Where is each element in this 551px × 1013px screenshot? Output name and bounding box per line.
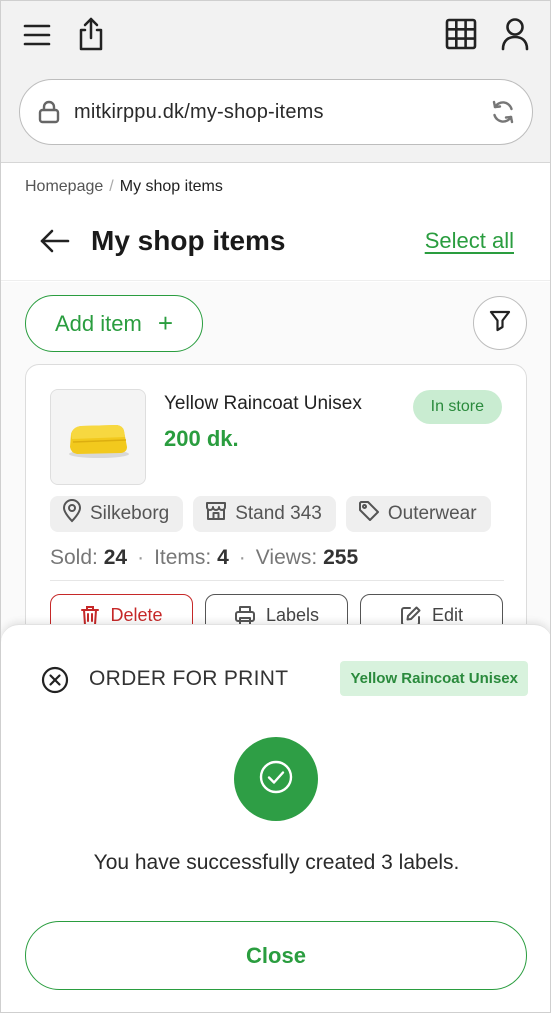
share-icon[interactable] (74, 15, 108, 53)
lock-icon (38, 100, 60, 129)
url-text[interactable]: mitkirppu.dk/my-shop-items (74, 101, 324, 124)
address-bar[interactable]: mitkirppu.dk/my-shop-items (19, 79, 533, 145)
page-header: My shop items Select all (1, 211, 550, 281)
views-value: 255 (323, 546, 359, 569)
store-icon (205, 500, 227, 528)
add-item-label: Add item (54, 310, 142, 336)
sold-value: 24 (103, 546, 128, 569)
sheet-title: ORDER FOR PRINT (89, 667, 289, 690)
close-circle-icon[interactable] (41, 666, 69, 699)
item-name: Yellow Raincoat Unisex (164, 393, 362, 414)
item-tags: Silkeborg Stand 343 Outerwear (50, 496, 491, 532)
close-button[interactable]: Close (25, 921, 527, 990)
order-for-print-sheet: ORDER FOR PRINT Yellow Raincoat Unisex Y… (1, 624, 550, 1012)
status-badge: In store (412, 390, 502, 424)
sold-label: Sold: (50, 546, 98, 569)
item-card[interactable]: Yellow Raincoat Unisex 200 dk. In store … (25, 364, 527, 664)
plus-icon: + (157, 308, 173, 338)
browser-chrome: mitkirppu.dk/my-shop-items (1, 1, 550, 163)
stand-tag: Stand 343 (193, 496, 336, 532)
add-item-button[interactable]: Add item + (25, 295, 203, 352)
delete-label: Delete (110, 605, 163, 625)
breadcrumb-separator: / (109, 178, 114, 195)
stats-separator: · (238, 546, 246, 569)
category-tag: Outerwear (345, 496, 491, 532)
check-circle-icon (258, 759, 294, 800)
location-pin-icon (62, 499, 82, 529)
reload-icon[interactable] (490, 99, 516, 130)
views-label: Views: (255, 546, 318, 569)
page-title: My shop items (91, 225, 286, 256)
items-label: Items: (154, 546, 212, 569)
edit-label: Edit (431, 605, 464, 625)
category-label: Outerwear (387, 503, 477, 524)
tag-icon (358, 500, 380, 528)
item-thumbnail (50, 389, 146, 485)
back-arrow-icon[interactable] (39, 227, 71, 260)
location-label: Silkeborg (90, 503, 170, 524)
close-button-label: Close (246, 942, 306, 968)
grid-icon[interactable] (444, 17, 478, 51)
success-indicator (234, 737, 318, 821)
menu-icon[interactable] (21, 19, 53, 51)
filter-icon (488, 309, 512, 338)
labels-label: Labels (265, 605, 320, 625)
breadcrumb: Homepage / My shop items (25, 178, 223, 196)
breadcrumb-current: My shop items (119, 178, 223, 195)
user-icon[interactable] (499, 16, 531, 52)
breadcrumb-home-link[interactable]: Homepage (25, 178, 103, 195)
screen: mitkirppu.dk/my-shop-items Homepage / My s… (0, 0, 551, 1013)
card-divider (50, 580, 504, 581)
select-all-link[interactable]: Select all (425, 228, 514, 254)
item-price: 200 dk. (164, 426, 239, 451)
item-stats: Sold: 24 · Items: 4 · Views: 255 (50, 546, 358, 570)
filter-button[interactable] (473, 296, 527, 350)
stats-separator: · (137, 546, 145, 569)
product-badge: Yellow Raincoat Unisex (340, 661, 528, 696)
items-value: 4 (217, 546, 229, 569)
success-message: You have successfully created 3 labels. (93, 851, 460, 874)
location-tag: Silkeborg (50, 496, 184, 532)
stand-label: Stand 343 (235, 503, 322, 524)
